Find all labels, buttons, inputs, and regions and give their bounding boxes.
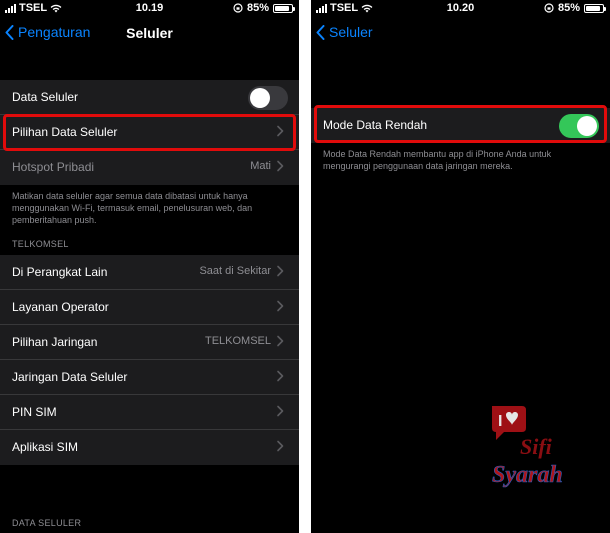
- cellular-data-footer: Matikan data seluler agar semua data dib…: [12, 191, 253, 226]
- chevron-right-icon: [277, 440, 284, 452]
- svg-text:I: I: [498, 413, 502, 430]
- orientation-lock-icon: [233, 3, 243, 13]
- cellular-data-network-label: Jaringan Data Seluler: [12, 370, 128, 384]
- section-header-carrier: TELKOMSEL: [12, 239, 69, 249]
- toggle-knob: [250, 88, 270, 108]
- status-bar: TSEL 10.20 85%: [311, 0, 610, 16]
- chevron-right-icon: [277, 370, 284, 382]
- orientation-lock-icon: [544, 3, 554, 13]
- navigation-bar: Pengaturan Seluler: [0, 16, 299, 52]
- other-devices-row[interactable]: Di Perangkat Lain Saat di Sekitar: [0, 255, 299, 290]
- chevron-right-icon: [277, 265, 284, 277]
- back-button[interactable]: Seluler: [316, 24, 373, 40]
- sim-applications-label: Aplikasi SIM: [12, 440, 79, 454]
- cellular-data-label: Data Seluler: [12, 90, 79, 104]
- cellular-data-toggle[interactable]: [248, 86, 288, 110]
- chevron-right-icon: [277, 160, 284, 172]
- navigation-bar: Seluler: [311, 16, 610, 52]
- low-data-mode-footer: Mode Data Rendah membantu app di iPhone …: [323, 149, 552, 172]
- other-devices-value: Saat di Sekitar: [199, 265, 271, 277]
- network-selection-row[interactable]: Pilihan Jaringan TELKOMSEL: [0, 325, 299, 360]
- chevron-left-icon: [316, 24, 325, 40]
- personal-hotspot-label: Hotspot Pribadi: [12, 160, 95, 174]
- network-selection-value: TELKOMSEL: [204, 335, 271, 347]
- carrier-services-row[interactable]: Layanan Operator: [0, 290, 299, 325]
- battery-icon: [584, 3, 606, 13]
- highlight-box: [314, 105, 607, 143]
- back-label: Seluler: [329, 24, 373, 40]
- personal-hotspot-value: Mati: [250, 160, 271, 172]
- battery-percent: 85%: [246, 2, 269, 14]
- chevron-right-icon: [277, 405, 284, 417]
- sim-pin-label: PIN SIM: [12, 405, 57, 419]
- carrier-services-label: Layanan Operator: [12, 300, 109, 314]
- sim-pin-row[interactable]: PIN SIM: [0, 395, 299, 430]
- left-screen: TSEL 10.19 85% Pengaturan Seluler Data S…: [0, 0, 299, 533]
- sim-applications-row[interactable]: Aplikasi SIM: [0, 430, 299, 465]
- battery-icon: [273, 3, 295, 13]
- battery-percent: 85%: [557, 2, 580, 14]
- section-header-cellular-data: DATA SELULER: [12, 518, 82, 528]
- chevron-right-icon: [277, 300, 284, 312]
- status-bar: TSEL 10.19 85%: [0, 0, 299, 16]
- watermark-logo: I Sifi Syarah: [492, 406, 563, 488]
- cellular-data-row: Data Seluler: [0, 80, 299, 115]
- highlight-box: [3, 114, 296, 151]
- network-selection-label: Pilihan Jaringan: [12, 335, 98, 349]
- other-devices-label: Di Perangkat Lain: [12, 265, 108, 279]
- personal-hotspot-row[interactable]: Hotspot Pribadi Mati: [0, 150, 299, 185]
- cellular-data-network-row[interactable]: Jaringan Data Seluler: [0, 360, 299, 395]
- chevron-right-icon: [277, 335, 284, 347]
- page-title: Seluler: [126, 25, 173, 41]
- carrier-settings-group: Di Perangkat Lain Saat di Sekitar Layana…: [0, 255, 299, 465]
- svg-text:Sifi: Sifi: [520, 434, 553, 459]
- svg-text:Syarah: Syarah: [492, 462, 563, 488]
